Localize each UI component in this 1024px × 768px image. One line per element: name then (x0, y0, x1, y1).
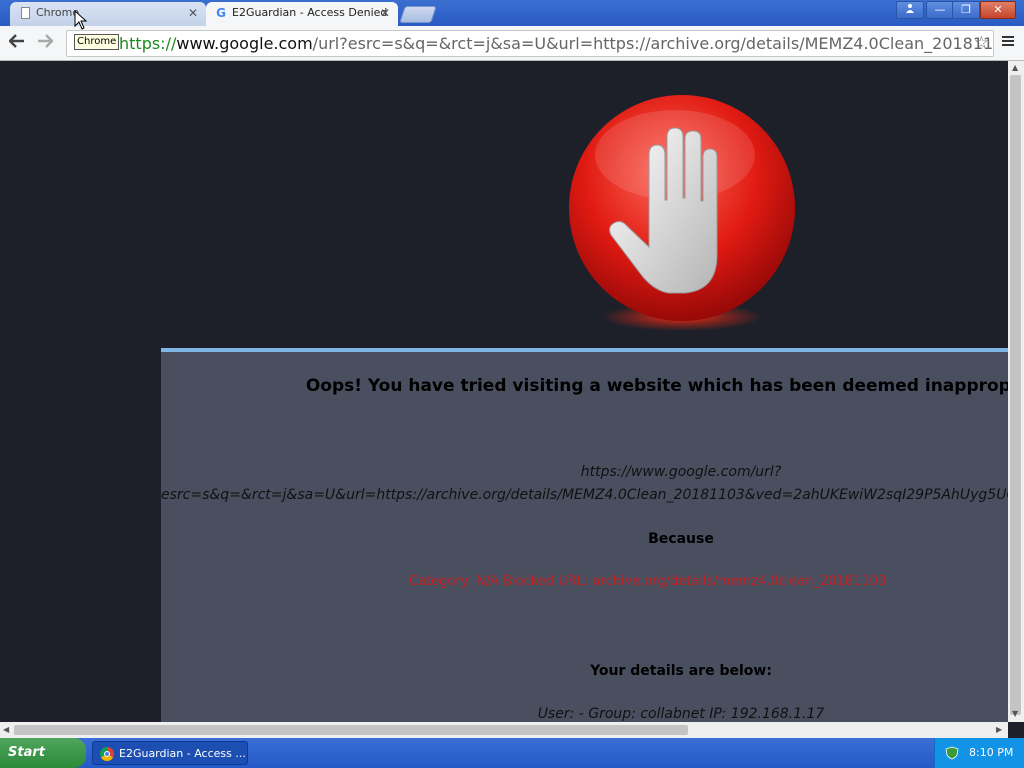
clock: 8:10 PM (969, 746, 1014, 759)
taskbar: Start E2Guardian - Access ... 8:10 PM (0, 738, 1024, 768)
new-tab-button[interactable] (399, 6, 437, 23)
mouse-cursor-icon (74, 10, 88, 30)
tab-title: Chrome (36, 6, 80, 19)
close-icon[interactable]: ✕ (380, 2, 390, 24)
forward-arrow-icon (38, 34, 54, 48)
horizontal-scroll-thumb[interactable] (14, 725, 688, 735)
close-icon[interactable]: ✕ (188, 2, 198, 24)
access-denied-panel: Oops! You have tried visiting a website … (161, 348, 1008, 722)
tab-title: E2Guardian - Access Denied (232, 6, 388, 19)
chrome-icon (100, 747, 114, 761)
hamburger-menu-icon (1002, 36, 1014, 46)
stop-hand-icon (569, 95, 795, 331)
taskbar-item-browser[interactable]: E2Guardian - Access ... (92, 741, 248, 765)
security-shield-icon[interactable] (945, 746, 959, 760)
minimize-button[interactable]: — (926, 1, 954, 19)
person-icon (906, 4, 914, 13)
user-details: User: - Group: collabnet IP: 192.168.1.1… (537, 706, 825, 722)
back-button[interactable] (6, 32, 28, 54)
url-scheme: https:// (119, 34, 177, 53)
address-bar[interactable]: https://www.google.com/url?esrc=s&q=&rct… (66, 30, 994, 57)
browser-toolbar: https://www.google.com/url?esrc=s&q=&rct… (0, 26, 1024, 61)
tab-tooltip: Chrome (74, 34, 120, 50)
google-icon: G (216, 6, 226, 20)
horizontal-scrollbar[interactable]: ◀ ▶ (0, 722, 1008, 738)
scroll-down-icon[interactable]: ▼ (1012, 709, 1018, 718)
document-icon (21, 7, 30, 19)
vertical-scrollbar[interactable]: ▲ ▼ (1008, 61, 1024, 722)
forward-button[interactable] (34, 32, 56, 54)
block-reason: Category: N/A Blocked URL: archive.org/d… (409, 574, 887, 589)
close-window-button[interactable]: ✕ (980, 1, 1016, 19)
start-button[interactable]: Start (0, 738, 86, 768)
restore-button[interactable]: ❐ (952, 1, 980, 19)
url-host: www.google.com (176, 34, 313, 53)
star-icon[interactable]: ☆ (974, 31, 989, 56)
title-bar: Chrome ✕ G E2Guardian - Access Denied ✕ … (0, 0, 1024, 26)
user-profile-button[interactable] (896, 1, 924, 19)
menu-button[interactable] (998, 32, 1018, 52)
url-path: /url?esrc=s&q=&rct=j&sa=U&url=https://ar… (312, 34, 994, 53)
back-arrow-icon (8, 34, 24, 48)
scroll-left-icon[interactable]: ◀ (3, 725, 9, 734)
page-content: Oops! You have tried visiting a website … (0, 61, 1008, 722)
vertical-scroll-thumb[interactable] (1010, 75, 1021, 715)
start-label: Start (8, 745, 45, 760)
tab-access-denied[interactable]: G E2Guardian - Access Denied ✕ (206, 2, 398, 26)
scroll-right-icon[interactable]: ▶ (996, 725, 1002, 734)
blocked-url-line-2: esrc=s&q=&rct=j&sa=U&url=https://archive… (161, 487, 1008, 503)
details-heading: Your details are below: (590, 663, 772, 679)
blocked-url-line-1: https://www.google.com/url? (580, 464, 782, 480)
taskbar-item-label: E2Guardian - Access ... (119, 747, 246, 760)
tab-chrome[interactable]: Chrome ✕ (10, 2, 206, 26)
system-tray: 8:10 PM (934, 738, 1024, 768)
because-label: Because (648, 531, 714, 547)
scroll-up-icon[interactable]: ▲ (1012, 63, 1018, 72)
page-title: Oops! You have tried visiting a website … (305, 376, 1008, 396)
